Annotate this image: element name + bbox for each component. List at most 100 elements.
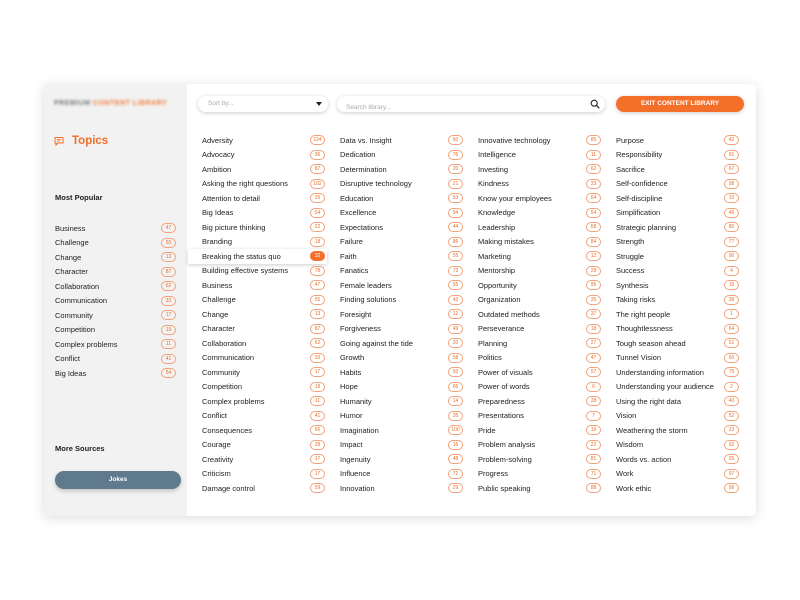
topic-item[interactable]: Public speaking 88 (478, 481, 601, 496)
topic-item-selected[interactable]: Breaking the status quo 32 (188, 249, 327, 264)
topic-item[interactable]: Disruptive technology 21 (340, 177, 463, 192)
topic-item[interactable]: Investing 62 (478, 162, 601, 177)
topic-item[interactable]: Using the right data 40 (616, 394, 739, 409)
topic-item[interactable]: Character 87 (202, 322, 325, 337)
topic-item[interactable]: Community 17 (202, 365, 325, 380)
topic-item[interactable]: Ingenuity 48 (340, 452, 463, 467)
topic-item[interactable]: Habits 93 (340, 365, 463, 380)
topic-item[interactable]: Strength 77 (616, 235, 739, 250)
topic-item[interactable]: Big picture thinking 22 (202, 220, 325, 235)
topic-item[interactable]: Work ethic 99 (616, 481, 739, 496)
sort-dropdown[interactable]: Sort by... (198, 96, 328, 112)
topic-item[interactable]: Mentorship 28 (478, 264, 601, 279)
topic-item[interactable]: Know your employees 64 (478, 191, 601, 206)
topic-item[interactable]: Tunnel Vision 60 (616, 351, 739, 366)
topic-item[interactable]: Making mistakes 84 (478, 235, 601, 250)
exit-content-library-button[interactable]: EXIT CONTENT LIBRARY (616, 96, 744, 112)
topic-item[interactable]: Understanding information 75 (616, 365, 739, 380)
topic-item[interactable]: Leadership 68 (478, 220, 601, 235)
topic-item[interactable]: Failure 86 (340, 235, 463, 250)
topic-item[interactable]: Opportunity 95 (478, 278, 601, 293)
popular-topic-item[interactable]: Business 47 (55, 221, 176, 236)
topic-item[interactable]: Excellence 94 (340, 206, 463, 221)
topic-item[interactable]: Struggle 90 (616, 249, 739, 264)
topic-item[interactable]: Strategic planning 80 (616, 220, 739, 235)
topic-item[interactable]: Competition 19 (202, 380, 325, 395)
topic-item[interactable]: Humor 35 (340, 409, 463, 424)
topic-item[interactable]: Business 47 (202, 278, 325, 293)
popular-topic-item[interactable]: Community 17 (55, 308, 176, 323)
popular-topic-item[interactable]: Conflict 41 (55, 352, 176, 367)
topic-item[interactable]: Going against the tide 20 (340, 336, 463, 351)
topic-item[interactable]: Weathering the storm 23 (616, 423, 739, 438)
topic-item[interactable]: Pride 19 (478, 423, 601, 438)
topic-item[interactable]: Self-discipline 10 (616, 191, 739, 206)
topic-item[interactable]: Building effective systems 78 (202, 264, 325, 279)
search-icon[interactable] (590, 99, 600, 109)
topic-item[interactable]: Presentations 7 (478, 409, 601, 424)
popular-topic-item[interactable]: Competition 19 (55, 323, 176, 338)
topic-item[interactable]: Courage 28 (202, 438, 325, 453)
topic-item[interactable]: Attention to detail 25 (202, 191, 325, 206)
topic-item[interactable]: Education 53 (340, 191, 463, 206)
topic-item[interactable]: Progress 71 (478, 467, 601, 482)
topic-item[interactable]: Vision 52 (616, 409, 739, 424)
topic-item[interactable]: Taking risks 38 (616, 293, 739, 308)
topic-item[interactable]: Humanity 14 (340, 394, 463, 409)
topic-item[interactable]: Creativity 17 (202, 452, 325, 467)
topic-item[interactable]: Asking the right questions 102 (202, 177, 325, 192)
topic-item[interactable]: Challenge 55 (202, 293, 325, 308)
topic-item[interactable]: Advocacy 36 (202, 148, 325, 163)
topic-item[interactable]: Fanatics 73 (340, 264, 463, 279)
topic-item[interactable]: Big Ideas 54 (202, 206, 325, 221)
popular-topic-item[interactable]: Collaboration 62 (55, 279, 176, 294)
topic-item[interactable]: Conflict 41 (202, 409, 325, 424)
topic-item[interactable]: Hope 66 (340, 380, 463, 395)
topic-item[interactable]: Impact 16 (340, 438, 463, 453)
topic-item[interactable]: Perseverance 18 (478, 322, 601, 337)
topic-item[interactable]: Damage control 59 (202, 481, 325, 496)
topic-item[interactable]: Branding 18 (202, 235, 325, 250)
topic-item[interactable]: Finding solutions 43 (340, 293, 463, 308)
topic-item[interactable]: Ambition 87 (202, 162, 325, 177)
topic-item[interactable]: Consequences 66 (202, 423, 325, 438)
topic-item[interactable]: Words vs. action 25 (616, 452, 739, 467)
topic-item[interactable]: Knowledge 54 (478, 206, 601, 221)
topic-item[interactable]: The right people 1 (616, 307, 739, 322)
topic-item[interactable]: Adversity 124 (202, 133, 325, 148)
topic-item[interactable]: Faith 55 (340, 249, 463, 264)
popular-topic-item[interactable]: Big Ideas 54 (55, 366, 176, 381)
popular-topic-item[interactable]: Communication 33 (55, 294, 176, 309)
topic-item[interactable]: Marketing 12 (478, 249, 601, 264)
topic-item[interactable]: Power of visuals 57 (478, 365, 601, 380)
topic-item[interactable]: Change 13 (202, 307, 325, 322)
topic-item[interactable]: Organization 35 (478, 293, 601, 308)
topic-item[interactable]: Thoughtlessness 64 (616, 322, 739, 337)
topic-item[interactable]: Imagination 100 (340, 423, 463, 438)
jokes-button[interactable]: Jokes (55, 471, 181, 489)
topic-item[interactable]: Sacrifice 67 (616, 162, 739, 177)
topic-item[interactable]: Understanding your audience 2 (616, 380, 739, 395)
topic-item[interactable]: Innovative technology 85 (478, 133, 601, 148)
search-input[interactable] (337, 99, 576, 116)
topic-item[interactable]: Influence 72 (340, 467, 463, 482)
topic-item[interactable]: Data vs. Insight 60 (340, 133, 463, 148)
topic-item[interactable]: Planning 27 (478, 336, 601, 351)
topic-item[interactable]: Problem analysis 22 (478, 438, 601, 453)
topic-item[interactable]: Kindness 33 (478, 177, 601, 192)
topic-item[interactable]: Expectations 44 (340, 220, 463, 235)
topic-item[interactable]: Wisdom 92 (616, 438, 739, 453)
topic-item[interactable]: Female leaders 55 (340, 278, 463, 293)
topic-item[interactable]: Synthesis 15 (616, 278, 739, 293)
topic-item[interactable]: Determination 20 (340, 162, 463, 177)
topic-item[interactable]: Criticism 17 (202, 467, 325, 482)
topic-item[interactable]: Politics 47 (478, 351, 601, 366)
popular-topic-item[interactable]: Change 13 (55, 250, 176, 265)
topic-item[interactable]: Foresight 12 (340, 307, 463, 322)
topic-item[interactable]: Preparedness 28 (478, 394, 601, 409)
topic-item[interactable]: Power of words 6 (478, 380, 601, 395)
topic-item[interactable]: Intelligence 11 (478, 148, 601, 163)
topic-item[interactable]: Complex problems 11 (202, 394, 325, 409)
topic-item[interactable]: Forgiveness 49 (340, 322, 463, 337)
topic-item[interactable]: Outdated methods 37 (478, 307, 601, 322)
